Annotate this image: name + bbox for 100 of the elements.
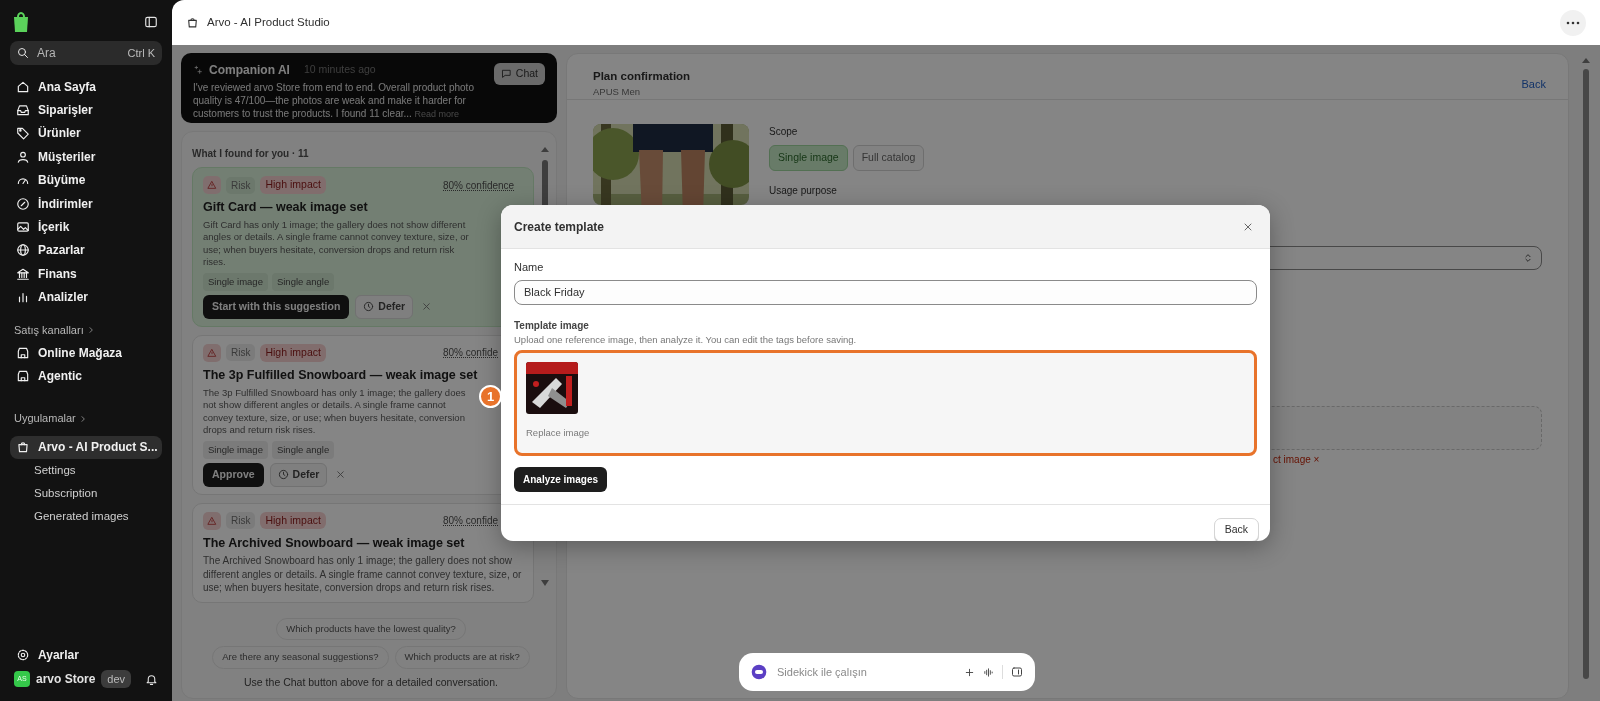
panel-icon (1011, 666, 1023, 678)
replace-link[interactable]: Replace image (526, 425, 590, 440)
dialog-title: Create template (514, 218, 605, 236)
chevron-right-icon (86, 325, 95, 334)
issue-tag: Single angle (271, 272, 335, 291)
defer-button[interactable]: Defer (355, 295, 414, 319)
back-button[interactable]: Back (1213, 517, 1259, 541)
suggestion-title: Gift Card — weak image set (203, 199, 368, 216)
issue-tag: Single angle (271, 440, 335, 459)
warning-glyph-icon (207, 347, 217, 358)
issue-tag: Single image (203, 440, 268, 459)
warning-glyph-icon (207, 180, 217, 190)
section-heading: Satış kanalları (14, 322, 84, 338)
page-title: Arvo - AI Product Studio (207, 14, 330, 30)
discount-icon (16, 196, 30, 211)
name-input[interactable]: Black Friday (514, 279, 1257, 305)
image-icon (16, 220, 30, 235)
nav-item[interactable]: Online Mağaza (10, 340, 162, 365)
nav-item[interactable]: Agentic (10, 364, 162, 388)
primary-button[interactable]: Start with this suggestion (203, 295, 350, 319)
app-icon (186, 16, 199, 29)
search-field[interactable]: Ara Ctrl K (10, 41, 162, 65)
tag-icon (16, 126, 30, 141)
store-tag: dev (101, 669, 132, 689)
suggestion-description: Gift Card has only 1 image; the gallery does not show different angles or details. A single frame cannot convey texture, size, or use; when buyers hesitate, conversion drops and return risk rises. (203, 218, 469, 269)
error-text: ct image × (1273, 453, 1320, 465)
help-text: Upload one reference image, then analyze it. You can edit the tags before saving. (514, 332, 858, 347)
bag-icon (12, 11, 30, 33)
sparkle-icon (193, 65, 203, 75)
risk-label: Risk (226, 512, 256, 529)
chat-hint: Use the Chat button above for a detailed conversation. (243, 674, 499, 690)
panel-title: Plan confirmation (593, 69, 691, 84)
risk-label: Risk (226, 344, 256, 362)
suggestion-description: The Archived Snowboard has only 1 image; the gallery does not show different angles or details. A single frame cannot convey texture, size, or use; when buyers hesitate, conversion drops and return risk rises. (203, 554, 523, 596)
chevron-right-icon (78, 414, 87, 423)
suggestion-chip[interactable]: Are there any seasonal suggestions? (212, 646, 389, 669)
plus-icon (964, 666, 975, 678)
nav-item[interactable]: Finans (10, 262, 162, 286)
search-icon (17, 47, 29, 59)
nav-subitem[interactable]: Generated images (10, 505, 162, 529)
risk-label: Risk (226, 176, 256, 194)
clock-icon (277, 469, 289, 481)
nav-item[interactable]: Ayarlar (10, 643, 162, 667)
bag-icon (16, 440, 30, 455)
close-icon (421, 301, 433, 313)
suggestion-chip[interactable]: Which products have the lowest quality? (276, 618, 466, 641)
nav-item[interactable]: Siparişler (10, 98, 162, 122)
section-heading: What I found for you · 11 (192, 147, 310, 161)
robot-avatar-icon (751, 664, 767, 680)
chevron-up-down-icon (1523, 251, 1533, 264)
app-item[interactable]: Arvo - AI Product S... (10, 435, 162, 460)
nav-item[interactable]: Pazarlar (10, 238, 162, 263)
upload-area[interactable]: Replace image (514, 349, 1257, 456)
nav-item[interactable]: İçerik (10, 215, 162, 239)
bank-icon (16, 266, 30, 281)
store-icon (16, 345, 30, 360)
nav-item[interactable]: Büyüme (10, 168, 162, 192)
impact-label: High impact (260, 176, 326, 194)
suggestion-title: The 3p Fulfilled Snowboard — weak image set (203, 366, 478, 384)
primary-button[interactable]: Approve (203, 462, 264, 487)
impact-label: High impact (260, 343, 326, 362)
store-icon (16, 369, 30, 383)
person-icon (16, 149, 30, 164)
field-label: Name (514, 260, 545, 275)
nav-item[interactable]: Ana Sayfa (10, 75, 162, 99)
home-icon (16, 79, 30, 94)
store-name: arvo Store (36, 671, 96, 688)
search-input[interactable]: Ara (35, 43, 122, 63)
chat-bar[interactable]: Sidekick ile çalışın (739, 653, 1035, 691)
field-label: Usage purpose (769, 183, 838, 198)
nav-item[interactable]: Müşteriler (10, 145, 162, 169)
confidence-link[interactable]: 80% confidence (443, 177, 513, 193)
field-label: Scope (769, 125, 799, 139)
keyboard-shortcut: Ctrl K (127, 45, 155, 61)
nav-item[interactable]: Ürünler (10, 121, 162, 146)
suggestion-chip[interactable]: Which products are at risk? (394, 646, 530, 669)
warning-glyph-icon (207, 515, 217, 526)
bar-chart-icon (16, 290, 30, 305)
defer-button[interactable]: Defer (269, 462, 328, 487)
chat-icon (500, 68, 512, 80)
close-icon (335, 469, 347, 481)
suggestion-title: The Archived Snowboard — weak image set (203, 534, 465, 552)
sidebar-toggle-icon (144, 15, 158, 29)
nav-item[interactable]: Analizler (10, 285, 162, 309)
panel-subtitle: APUS Men (593, 85, 641, 100)
globe-icon (16, 243, 30, 258)
nav-subitem[interactable]: Subscription (10, 482, 162, 506)
nav-subitem[interactable]: Settings (10, 459, 162, 483)
analyze-button[interactable]: Analyze images (514, 466, 608, 492)
section-heading: Uygulamalar (14, 411, 76, 427)
suggestion-description: The 3p Fulfilled Snowboard has only 1 image; the gallery does not show different angles or details. A single frame cannot convey texture, size, or use; when buyers hesitate, conversion drops and return risk rises. (203, 386, 467, 437)
bell-icon (145, 672, 158, 686)
more-icon (1566, 20, 1580, 25)
inbox-icon (16, 103, 30, 118)
nav-item[interactable]: İndirimler (10, 191, 162, 216)
settings-icon (16, 648, 30, 663)
companion-title: Companion AI (209, 62, 290, 79)
impact-label: High impact (260, 511, 326, 530)
waveform-icon (983, 666, 994, 678)
more-button[interactable] (1560, 9, 1586, 36)
